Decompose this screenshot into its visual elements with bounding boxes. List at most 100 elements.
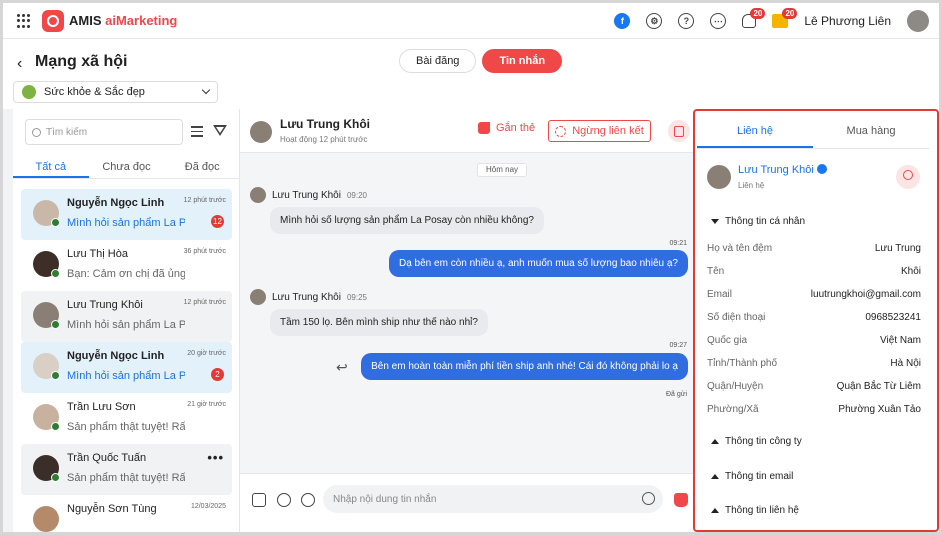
tab-read[interactable]: Đã đọc <box>164 157 240 178</box>
section-personal-info[interactable]: Thông tin cá nhân <box>711 216 805 227</box>
brand-name: AMIS aiMarketing <box>69 13 178 28</box>
notification-button[interactable]: 20 <box>742 8 766 28</box>
chat-header: Lưu Trung Khôi Hoạt động 12 phút trước G… <box>240 109 695 153</box>
gift-button[interactable]: 20 <box>772 8 798 28</box>
emoji-icon[interactable] <box>642 492 655 505</box>
filter-icon[interactable] <box>213 125 227 136</box>
field-row: Phường/Xã Phường Xuân Tảo <box>707 404 921 415</box>
page-avatar-icon <box>22 85 36 99</box>
caret-up-icon <box>711 474 719 479</box>
field-row: Tỉnh/Thành phố Hà Nội <box>707 358 921 369</box>
tab-unread[interactable]: Chưa đọc <box>89 157 165 178</box>
conversation-time: 21 giờ trước <box>187 401 226 408</box>
section-title: Thông tin cá nhân <box>725 216 806 227</box>
message-input[interactable]: Nhập nội dung tin nhắn <box>323 485 663 513</box>
tab-contact[interactable]: Liên hệ <box>697 113 813 148</box>
chat-panel: Lưu Trung Khôi Hoạt động 12 phút trước G… <box>240 109 695 532</box>
message-time: 09:25 <box>346 292 367 302</box>
fanpage-select-value: Sức khỏe & Sắc đẹp <box>44 86 145 98</box>
conversation-time: 12/03/2025 <box>190 503 226 510</box>
section-title: Thông tin công ty <box>725 436 802 447</box>
sender-name: Lưu Trung Khôi <box>272 189 341 201</box>
composer: Nhập nội dung tin nhắn <box>240 473 695 532</box>
conversation-list: Nguyễn Ngọc Linh Mình hỏi sản phẩm La Po… <box>13 189 240 532</box>
field-value: Phường Xuân Tảo <box>838 404 921 415</box>
field-value: Hà Nội <box>890 358 921 369</box>
avatar <box>33 455 60 482</box>
outgoing-message[interactable]: Bên em hoàn toàn miễn phí tiền ship anh … <box>361 353 688 380</box>
app-window: AMIS aiMarketing f ⚙ ? ⋯ 20 20 Lê Phương… <box>3 3 939 532</box>
user-avatar[interactable] <box>907 10 929 32</box>
field-label: Quận/Huyện <box>707 381 764 392</box>
avatar <box>250 289 266 305</box>
conversation-item[interactable]: Nguyễn Ngọc Linh Mình hỏi sản phẩm La Po… <box>21 342 232 393</box>
user-name[interactable]: Lê Phương Liên <box>804 14 891 28</box>
date-divider: Hôm nay <box>477 163 528 177</box>
sliders-icon[interactable] <box>191 126 203 138</box>
conversation-name: Lưu Trung Khôi <box>67 299 143 311</box>
tab-messages[interactable]: Tin nhắn <box>482 49 563 73</box>
conversation-item[interactable]: Nguyễn Ngọc Linh Mình hỏi sản phẩm La Po… <box>21 189 232 240</box>
chat-template-icon[interactable] <box>301 493 315 507</box>
help-icon[interactable]: ? <box>678 13 695 29</box>
more-options-icon[interactable]: ••• <box>207 450 224 465</box>
unlink-button[interactable]: Ngừng liên kết <box>548 120 651 142</box>
top-actions: f ⚙ ? ⋯ 20 20 Lê Phương Liên <box>614 8 929 33</box>
thumbs-up-icon[interactable] <box>674 493 688 507</box>
more-icon[interactable]: ⋯ <box>710 13 727 29</box>
search-icon <box>32 127 41 137</box>
fanpage-select[interactable]: Sức khỏe & Sắc đẹp <box>13 81 218 103</box>
conversation-item[interactable]: Lưu Trung Khôi Mình hỏi sản phẩm La Posa… <box>21 291 232 342</box>
field-row: Họ và tên đệm Lưu Trung <box>707 243 921 254</box>
back-arrow-icon[interactable]: ‹ <box>17 55 22 73</box>
conversation-item[interactable]: Nguyễn Sơn Tùng 12/03/2025 <box>21 495 232 532</box>
facebook-icon[interactable]: f <box>614 13 631 29</box>
contact-tabs: Liên hệ Mua hàng <box>697 113 929 149</box>
contact-name[interactable]: Lưu Trung Khôi <box>738 164 827 176</box>
apps-grid-icon[interactable] <box>17 14 31 28</box>
section-email-info[interactable]: Thông tin email <box>711 471 793 482</box>
incoming-message[interactable]: Mình hỏi số lượng sản phẩm La Posay còn … <box>270 207 544 234</box>
image-icon[interactable] <box>252 493 266 507</box>
field-row: Tên Khôi <box>707 266 921 277</box>
tab-all[interactable]: Tất cả <box>13 157 89 178</box>
section-title: Thông tin email <box>725 471 794 482</box>
conversation-name: Nguyễn Sơn Tùng <box>67 503 157 515</box>
field-label: Họ và tên đệm <box>707 243 773 254</box>
page-title: Mạng xã hội <box>35 53 128 70</box>
conversation-item[interactable]: Trần Lưu Sơn Sản phẩm thật tuyệt! Rất cả… <box>21 393 232 444</box>
notification-badge: 20 <box>750 8 766 19</box>
field-value: Việt Nam <box>880 335 921 346</box>
conversation-preview: Sản phẩm thật tuyệt! Rất cảm ơn <box>67 472 185 484</box>
conversation-time: 20 giờ trước <box>187 350 226 357</box>
incoming-message[interactable]: Tầm 150 lọ. Bên mình ship như thế nào nh… <box>270 309 488 336</box>
avatar <box>33 506 59 532</box>
mode-switch: Bài đăng Tin nhắn <box>399 49 563 73</box>
conversation-preview: Bạn: Cảm ơn chị đã ủng hộ <box>67 268 185 280</box>
conversation-preview: Sản phẩm thật tuyệt! Rất cảm ơn <box>67 421 185 433</box>
field-label: Phường/Xã <box>707 404 759 415</box>
tab-purchases[interactable]: Mua hàng <box>813 113 929 148</box>
sender-name: Lưu Trung Khôi <box>272 291 341 303</box>
paperclip-icon[interactable] <box>277 493 291 507</box>
unread-badge: 12 <box>211 215 224 228</box>
outgoing-message[interactable]: Dạ bên em còn nhiều ạ, anh muốn mua số l… <box>389 250 688 277</box>
conversation-item[interactable]: Trần Quốc Tuấn Sản phẩm thật tuyệt! Rất … <box>21 444 232 495</box>
message-time: 09:20 <box>346 190 367 200</box>
search-input[interactable]: Tìm kiếm <box>25 119 183 145</box>
field-value: Quận Bắc Từ Liêm <box>836 381 921 392</box>
panel-toggle-icon[interactable] <box>668 120 690 142</box>
gear-icon[interactable]: ⚙ <box>646 13 663 29</box>
avatar <box>33 404 60 431</box>
contact-type: Liên hệ <box>738 181 765 190</box>
conversation-item[interactable]: Lưu Thị Hòa Bạn: Cảm ơn chị đã ủng hộ 36… <box>21 240 232 291</box>
conversation-preview: Mình hỏi sản phẩm La Posay <box>67 217 185 229</box>
tag-button[interactable]: Gắn thẻ <box>478 122 535 134</box>
conversation-time: 12 phút trước <box>183 299 226 306</box>
tab-posts[interactable]: Bài đăng <box>399 49 477 73</box>
section-contact-info[interactable]: Thông tin liên hệ <box>711 505 799 515</box>
add-contact-icon[interactable] <box>896 165 920 189</box>
avatar <box>33 251 60 278</box>
reply-icon[interactable]: ↩ <box>336 359 348 376</box>
section-company-info[interactable]: Thông tin công ty <box>711 436 802 447</box>
